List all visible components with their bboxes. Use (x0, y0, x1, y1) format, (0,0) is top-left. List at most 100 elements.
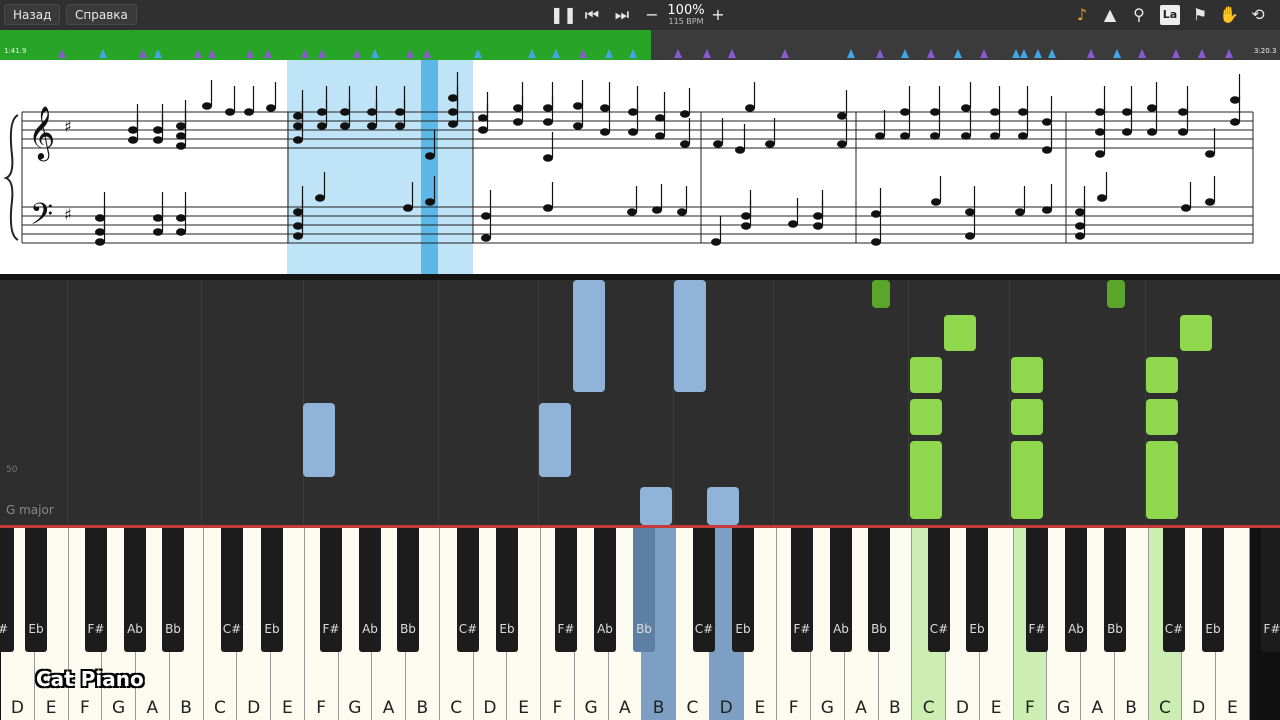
black-key[interactable]: F# (1026, 528, 1048, 652)
score-notehead (1178, 108, 1188, 116)
black-key-label: Ab (362, 622, 378, 636)
black-key[interactable]: Eb (966, 528, 988, 652)
timeline-marker (1172, 49, 1180, 58)
score-notehead (543, 154, 553, 162)
score-notehead (837, 112, 847, 120)
white-key-label: F (788, 698, 799, 718)
black-key[interactable]: Bb (162, 528, 184, 652)
black-key[interactable]: C# (457, 528, 479, 652)
black-key-label: C# (222, 622, 242, 636)
black-key[interactable]: Eb (496, 528, 518, 652)
pause-icon[interactable]: ❚❚ (550, 4, 577, 26)
song-timeline[interactable]: 1:41.9 3:20.3 (0, 30, 1280, 60)
white-key-label: C (213, 698, 226, 718)
black-key[interactable]: F# (791, 528, 813, 652)
score-notehead (680, 140, 690, 148)
white-key-label: G (348, 698, 362, 718)
black-key[interactable]: Eb (732, 528, 754, 652)
back-button[interactable]: Назад (4, 4, 61, 25)
white-key-label: G (584, 698, 598, 718)
black-key[interactable]: Bb (633, 528, 655, 652)
black-key[interactable]: Eb (1202, 528, 1224, 652)
score-notehead (931, 198, 941, 206)
timeline-marker (901, 49, 909, 58)
score-notehead (513, 104, 523, 112)
score-notehead (741, 222, 751, 230)
black-key[interactable]: F# (320, 528, 342, 652)
score-notehead (317, 122, 327, 130)
right-hand-note (1146, 399, 1178, 435)
speed-down-icon[interactable]: − (641, 4, 663, 26)
black-key[interactable]: Ab (124, 528, 146, 652)
score-notehead (600, 104, 610, 112)
score-notehead (1097, 194, 1107, 202)
speed-bpm: 115 BPM (668, 17, 704, 26)
white-key-label: E (45, 698, 57, 718)
score-notehead (513, 118, 523, 126)
current-time: 1:41.9 (4, 47, 27, 55)
sheet-music: 𝄞 𝄢 ♯ ♯ (0, 60, 1280, 274)
score-notehead (293, 136, 303, 144)
white-key-label: A (619, 698, 631, 718)
black-key-label: Eb (969, 622, 985, 636)
music-note-icon[interactable]: ♪ (1071, 4, 1093, 26)
black-key[interactable]: Eb (261, 528, 283, 652)
white-key-label: D (1192, 698, 1206, 718)
zoom-icon[interactable]: ⚲ (1128, 4, 1150, 26)
black-key[interactable]: C# (221, 528, 243, 652)
black-key[interactable]: Eb (25, 528, 47, 652)
loop-icon[interactable]: ⟲ (1247, 4, 1269, 26)
timeline-marker (1138, 49, 1146, 58)
metronome-icon[interactable]: ▲ (1099, 4, 1121, 26)
score-notehead (680, 110, 690, 118)
black-key[interactable]: Ab (1065, 528, 1087, 652)
black-key[interactable]: F# (555, 528, 577, 652)
black-key-label: Ab (597, 622, 613, 636)
skip-forward-icon[interactable]: ⏭ (611, 4, 633, 26)
black-key-label: Eb (499, 622, 515, 636)
timeline-marker (1034, 49, 1042, 58)
location-pin-icon[interactable]: ⚑ (1189, 4, 1211, 26)
speed-up-icon[interactable]: + (707, 4, 729, 26)
white-key-label: F (316, 698, 327, 718)
white-key-label: C (686, 698, 699, 718)
white-key-label: D (719, 698, 733, 718)
black-key[interactable]: Ab (359, 528, 381, 652)
white-key-label: G (112, 698, 126, 718)
black-key-label: Bb (1107, 622, 1123, 636)
black-key[interactable]: C# (1163, 528, 1185, 652)
black-key[interactable]: Bb (868, 528, 890, 652)
black-key[interactable]: F# (1261, 528, 1280, 652)
timeline-marker (528, 49, 536, 58)
note-labels-button[interactable]: La (1160, 5, 1180, 25)
skip-back-icon[interactable]: ⏮ (581, 4, 603, 26)
right-hand-note (1146, 441, 1178, 519)
left-hand-note (573, 280, 605, 392)
timeline-marker (954, 49, 962, 58)
score-notehead (961, 132, 971, 140)
hand-icon[interactable]: ✋ (1218, 4, 1240, 26)
black-key-label: Bb (165, 622, 181, 636)
black-key[interactable]: C# (693, 528, 715, 652)
timeline-marker (1020, 49, 1028, 58)
timeline-marker (58, 49, 66, 58)
black-key[interactable]: Bb (397, 528, 419, 652)
grand-staff-brace (3, 114, 19, 241)
black-key[interactable]: F# (85, 528, 107, 652)
black-key[interactable]: # (0, 528, 14, 652)
black-key[interactable]: Ab (830, 528, 852, 652)
timeline-marker (154, 49, 162, 58)
piano-keyboard[interactable]: DEFGABCDEFGABCDEFGABCDEFGABCDEFGABCDE#Eb… (0, 528, 1280, 720)
score-notehead (1018, 108, 1028, 116)
white-key-label: E (754, 698, 766, 718)
score-notehead (573, 122, 583, 130)
roll-measure-number: 50 (6, 465, 18, 475)
black-key[interactable]: Bb (1104, 528, 1126, 652)
timeline-marker (353, 49, 361, 58)
score-notehead (1075, 222, 1085, 230)
black-key[interactable]: Ab (594, 528, 616, 652)
black-key-label: C# (458, 622, 478, 636)
black-key[interactable]: C# (928, 528, 950, 652)
score-notehead (677, 208, 687, 216)
help-button[interactable]: Справка (66, 4, 137, 25)
